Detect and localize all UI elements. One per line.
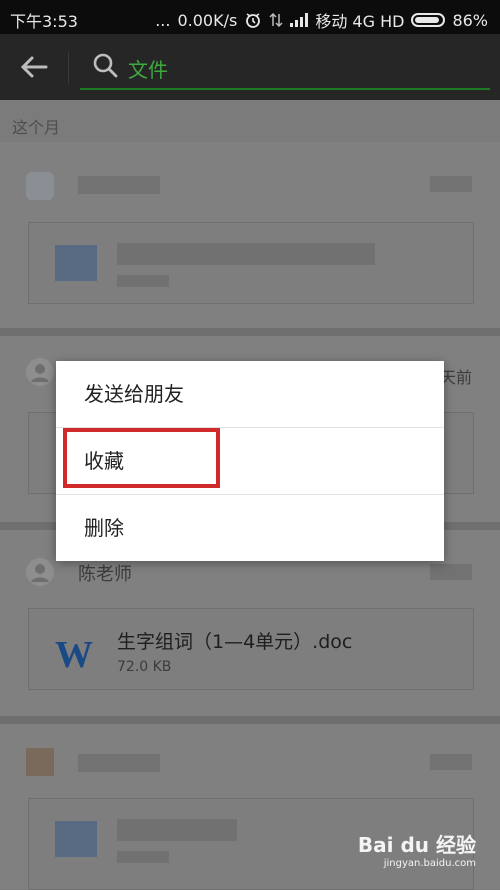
baidu-watermark: Bai du 经验 jingyan.baidu.com (358, 829, 476, 869)
blurred-name (78, 176, 160, 194)
file-name: 生字组词（1—4单元）.doc (117, 631, 353, 653)
toolbar-divider (68, 52, 69, 84)
blurred-file-size (117, 851, 169, 863)
file-size: 72.0 KB (117, 659, 172, 675)
highlight-box (63, 428, 220, 488)
watermark-url: jingyan.baidu.com (383, 858, 476, 869)
blurred-file-name (117, 243, 375, 265)
battery-icon (411, 13, 446, 27)
back-arrow-icon[interactable] (18, 52, 50, 82)
section-divider (0, 716, 500, 724)
status-right-group: ... 0.00K/s 移动 4G HD 86% (155, 8, 488, 32)
search-input[interactable] (126, 52, 470, 84)
blurred-file-name (117, 819, 237, 841)
status-bar: 下午3:53 ... 0.00K/s 移动 4G HD 86% (0, 0, 500, 34)
sender-name: 陈老师 (78, 564, 132, 585)
avatar (26, 748, 54, 776)
blurred-time (430, 754, 472, 770)
blurred-name (78, 754, 160, 772)
list-item[interactable] (0, 142, 500, 328)
blurred-file-size (117, 275, 169, 287)
alarm-icon (246, 13, 261, 28)
network-speed: 0.00K/s (177, 10, 238, 30)
blurred-time (430, 564, 472, 580)
carrier-label: 移动 4G HD (315, 12, 405, 31)
search-icon (93, 53, 118, 78)
file-attachment[interactable] (28, 222, 474, 304)
word-file-icon: W (55, 634, 93, 676)
battery-percent: 86% (452, 10, 488, 30)
blurred-time (430, 176, 472, 192)
section-label: 这个月 (12, 118, 61, 137)
user-avatar-icon (26, 558, 54, 586)
signal-icon (290, 13, 309, 27)
search-box[interactable] (80, 48, 490, 90)
menu-item-send-to-friend[interactable]: 发送给朋友 (56, 361, 444, 427)
user-avatar-icon (26, 358, 54, 386)
data-transfer-icon (269, 12, 283, 28)
status-time: 下午3:53 (10, 12, 78, 31)
word-file-icon (55, 245, 97, 281)
watermark-brand: Bai du 经验 (357, 833, 476, 857)
top-toolbar (0, 34, 500, 100)
file-attachment[interactable]: W 生字组词（1—4单元）.doc 72.0 KB (28, 608, 474, 690)
avatar (26, 172, 54, 200)
status-dots: ... (155, 10, 171, 30)
word-file-icon (55, 821, 97, 857)
section-divider (0, 328, 500, 336)
message-time: 天前 (440, 368, 473, 387)
menu-item-delete[interactable]: 删除 (56, 495, 444, 561)
